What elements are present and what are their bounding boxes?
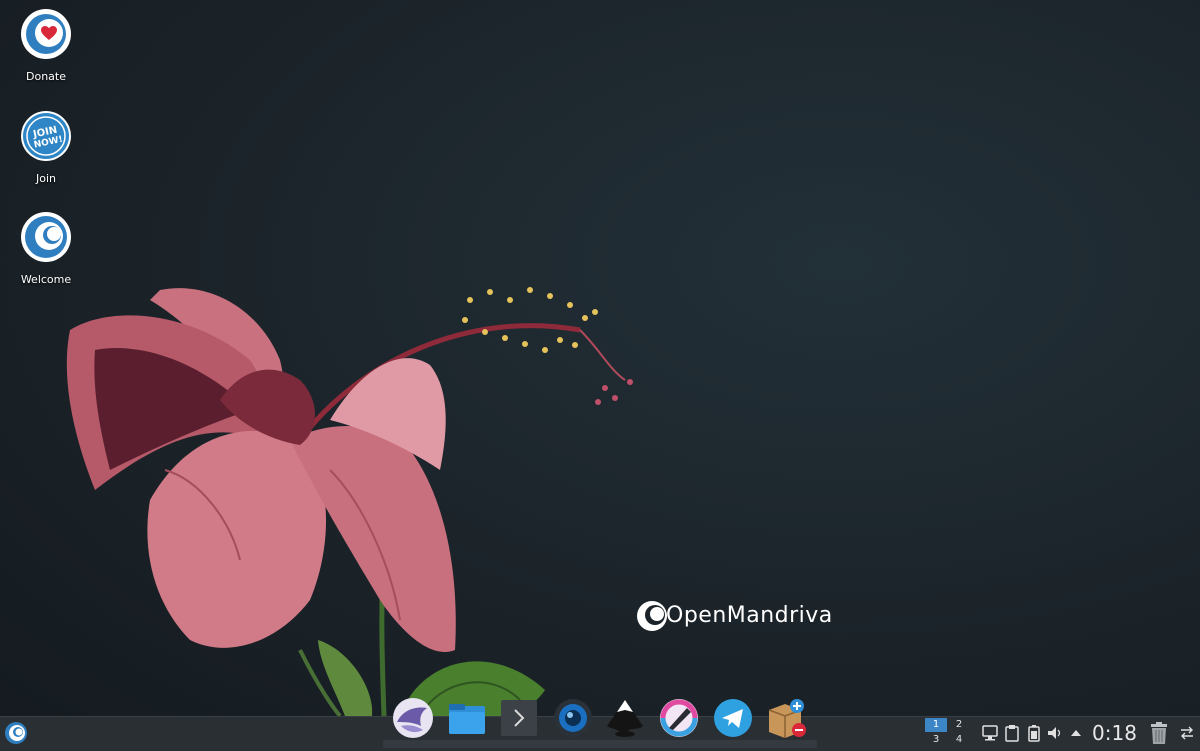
network-icon[interactable] <box>980 722 1000 744</box>
openmandriva-logo-icon[interactable] <box>4 721 28 745</box>
desktop-icon-join[interactable]: JOIN NOW! Join <box>10 110 82 185</box>
openmandriva-logo-icon <box>637 601 667 631</box>
clock[interactable]: 0:18 <box>1092 718 1142 748</box>
telegram-icon[interactable] <box>711 696 755 740</box>
desktop-icon-label: Donate <box>26 70 66 83</box>
application-dock <box>383 692 817 750</box>
falkon-browser-icon[interactable] <box>391 696 435 740</box>
desktop-icon-label: Join <box>35 172 56 185</box>
camera-app-icon[interactable] <box>551 696 595 740</box>
inkscape-icon[interactable] <box>603 696 647 740</box>
battery-icon[interactable] <box>1024 722 1044 744</box>
desktop-icon-donate[interactable]: Donate <box>10 8 82 83</box>
desktop-icon-welcome[interactable]: Welcome <box>10 211 82 286</box>
krita-icon[interactable] <box>657 696 701 740</box>
donate-heart-icon <box>21 9 71 59</box>
join-now-icon: JOIN NOW! <box>21 111 71 161</box>
package-manager-icon[interactable] <box>763 696 807 740</box>
openmandriva-brand: OpenMandriva <box>636 598 886 638</box>
wallpaper-hibiscus <box>66 287 633 716</box>
expand-tray-icon[interactable] <box>1066 722 1086 744</box>
pager-desktop-4[interactable]: 4 <box>948 733 970 747</box>
terminal-icon[interactable] <box>497 696 541 740</box>
pager-desktop-3[interactable]: 3 <box>925 733 947 747</box>
file-manager-icon[interactable] <box>445 696 489 740</box>
panel-settings-icon[interactable] <box>1178 724 1196 742</box>
brand-wordmark: OpenMandriva <box>666 603 833 628</box>
clipboard-icon[interactable] <box>1002 722 1022 744</box>
desktop-pager: 1 2 3 4 <box>925 718 971 748</box>
volume-icon[interactable] <box>1045 722 1065 744</box>
desktop-icon-label: Welcome <box>20 273 72 286</box>
trash-icon[interactable] <box>1148 721 1170 745</box>
pager-desktop-1[interactable]: 1 <box>925 718 947 732</box>
pager-desktop-2[interactable]: 2 <box>948 718 970 732</box>
openmandriva-welcome-icon <box>21 212 71 262</box>
